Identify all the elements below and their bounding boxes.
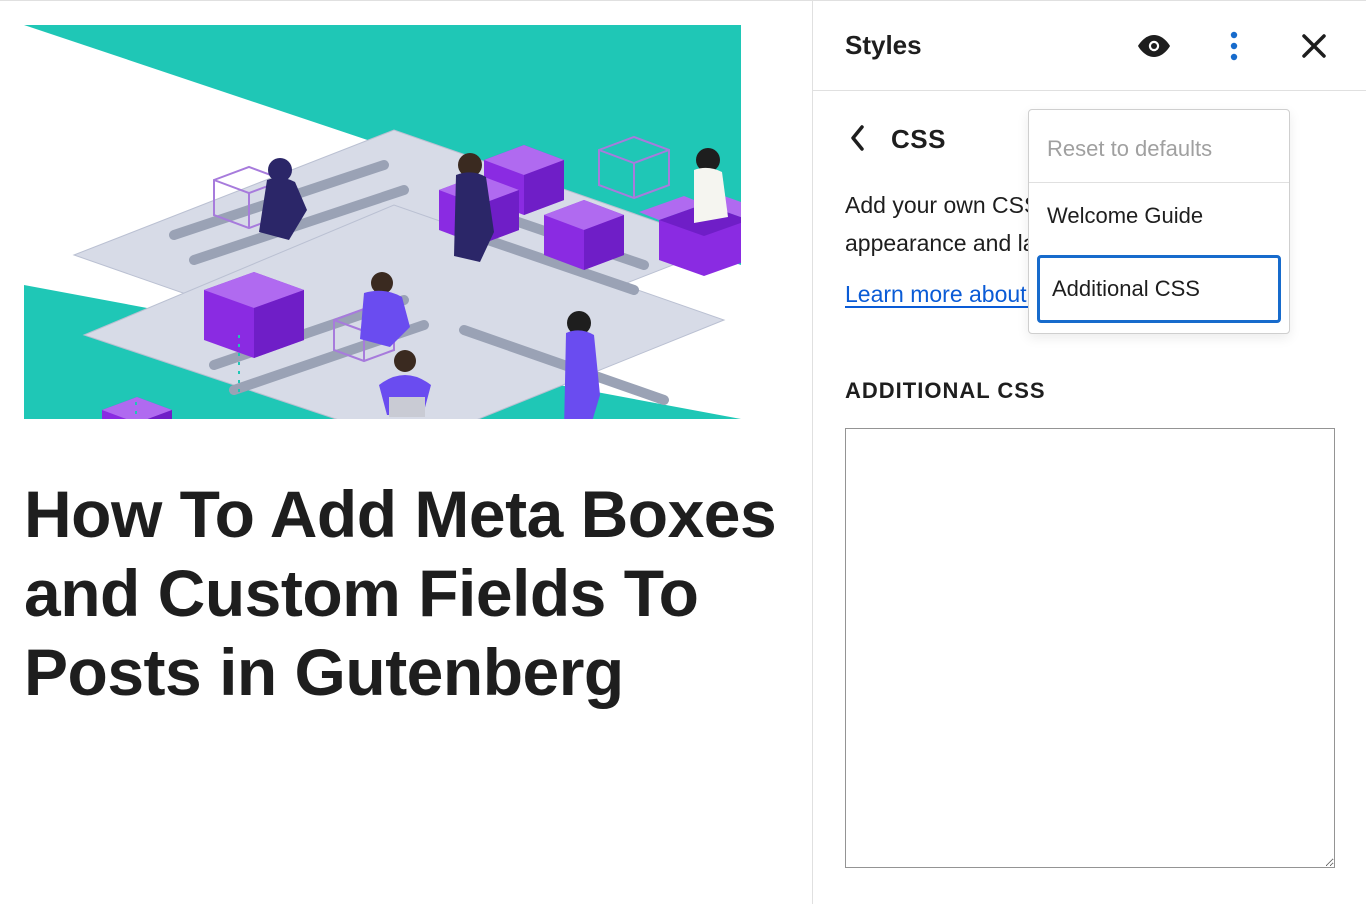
styles-sidebar: Styles bbox=[812, 1, 1366, 904]
menu-item-reset: Reset to defaults bbox=[1029, 116, 1289, 182]
sidebar-header: Styles bbox=[813, 1, 1366, 91]
additional-css-label: ADDITIONAL CSS bbox=[845, 378, 1334, 404]
illustration-icon bbox=[24, 25, 741, 419]
breadcrumb-label: CSS bbox=[891, 124, 946, 155]
menu-item-welcome-guide[interactable]: Welcome Guide bbox=[1029, 183, 1289, 249]
menu-item-additional-css[interactable]: Additional CSS bbox=[1037, 255, 1281, 323]
post-title[interactable]: How To Add Meta Boxes and Custom Fields … bbox=[24, 475, 788, 713]
close-sidebar-button[interactable] bbox=[1294, 26, 1334, 66]
more-menu-button[interactable] bbox=[1214, 26, 1254, 66]
back-button[interactable] bbox=[845, 119, 869, 159]
close-icon bbox=[1301, 33, 1327, 59]
additional-css-textarea[interactable] bbox=[845, 428, 1335, 868]
sidebar-title: Styles bbox=[845, 30, 1134, 61]
style-book-button[interactable] bbox=[1134, 26, 1174, 66]
featured-image[interactable] bbox=[24, 25, 741, 419]
app-root: How To Add Meta Boxes and Custom Fields … bbox=[0, 0, 1366, 904]
more-vertical-icon bbox=[1230, 31, 1238, 61]
more-menu-dropdown: Reset to defaults Welcome Guide Addition… bbox=[1028, 109, 1290, 334]
editor-canvas[interactable]: How To Add Meta Boxes and Custom Fields … bbox=[0, 1, 812, 904]
chevron-left-icon bbox=[849, 124, 865, 152]
eye-icon bbox=[1137, 35, 1171, 57]
sidebar-header-actions bbox=[1134, 26, 1334, 66]
